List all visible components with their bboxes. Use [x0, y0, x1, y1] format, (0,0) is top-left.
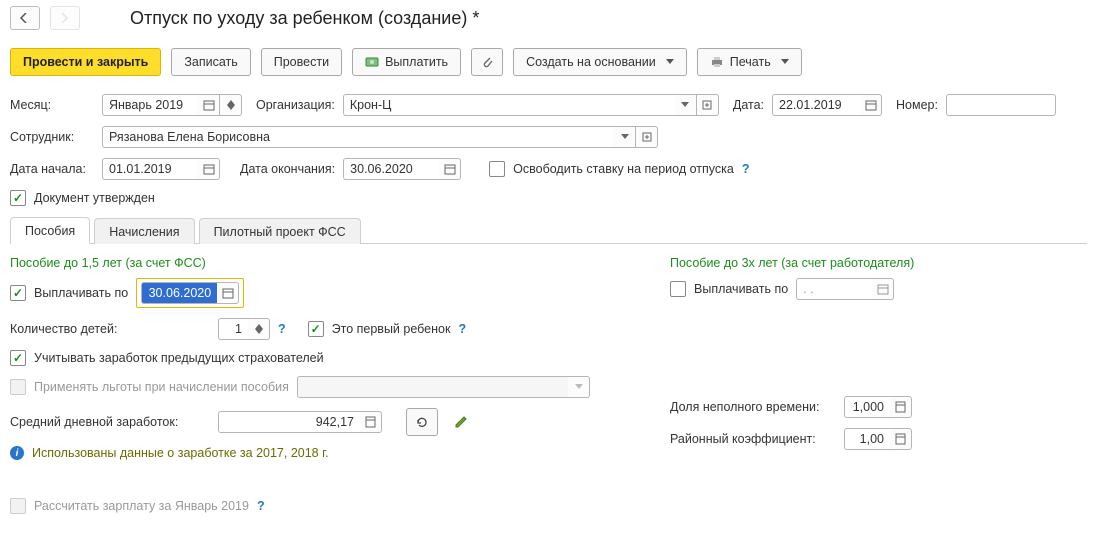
help-icon[interactable]: ?: [742, 162, 750, 176]
prev-insurers-checkbox[interactable]: [10, 350, 26, 366]
refresh-button[interactable]: [406, 408, 438, 436]
doc-approved-checkbox[interactable]: [10, 190, 26, 206]
arrow-right-icon: [59, 13, 71, 23]
arrow-left-icon: [19, 13, 31, 23]
employee-label: Сотрудник:: [10, 130, 94, 144]
calendar-icon[interactable]: [860, 94, 882, 116]
calendar-icon[interactable]: [198, 158, 220, 180]
part-time-field[interactable]: [844, 396, 912, 418]
info-text: Использованы данные о заработке за 2017,…: [32, 446, 329, 460]
pay-button-label: Выплатить: [385, 55, 448, 69]
refresh-icon: [415, 415, 429, 429]
pay-button[interactable]: Выплатить: [352, 48, 461, 76]
dropdown-icon[interactable]: [675, 94, 697, 116]
paperclip-icon: [480, 55, 494, 69]
org-field[interactable]: [343, 94, 719, 116]
org-label: Организация:: [256, 98, 335, 112]
open-icon[interactable]: [636, 126, 658, 148]
avg-field[interactable]: [218, 411, 382, 433]
number-field[interactable]: [946, 94, 1056, 116]
employee-field[interactable]: [102, 126, 658, 148]
calculator-icon[interactable]: [360, 411, 382, 433]
help-icon[interactable]: ?: [257, 499, 265, 513]
number-label: Номер:: [896, 98, 938, 112]
print-label: Печать: [730, 55, 771, 69]
end-field[interactable]: [343, 158, 461, 180]
region-coef-label: Районный коэффициент:: [670, 432, 836, 446]
date-field[interactable]: [772, 94, 882, 116]
start-label: Дата начала:: [10, 162, 94, 176]
fss15-header: Пособие до 1,5 лет (за счет ФСС): [10, 256, 590, 270]
write-button[interactable]: Записать: [171, 48, 250, 76]
fss3-header: Пособие до 3х лет (за счет работодателя): [670, 256, 1087, 270]
nav-back-button[interactable]: [10, 6, 40, 30]
edit-button[interactable]: [446, 409, 476, 435]
fss15-pay-checkbox[interactable]: [10, 285, 26, 301]
help-icon[interactable]: ?: [278, 322, 286, 336]
tab-benefits[interactable]: Пособия: [10, 217, 90, 244]
first-child-label: Это первый ребенок: [332, 322, 451, 336]
prev-insurers-label: Учитывать заработок предыдущих страховат…: [34, 351, 324, 365]
calendar-icon[interactable]: [198, 94, 220, 116]
caret-down-icon: [666, 59, 674, 65]
calendar-icon[interactable]: [439, 158, 461, 180]
doc-approved-label: Документ утвержден: [34, 191, 155, 205]
tab-fss-pilot[interactable]: Пилотный проект ФСС: [199, 218, 361, 244]
fss15-pay-label: Выплачивать по: [34, 286, 128, 300]
start-field[interactable]: [102, 158, 220, 180]
run-and-close-button[interactable]: Провести и закрыть: [10, 48, 161, 76]
date-label: Дата:: [733, 98, 764, 112]
end-label: Дата окончания:: [240, 162, 335, 176]
caret-down-icon: [781, 59, 789, 65]
info-icon: i: [10, 446, 24, 460]
calendar-icon[interactable]: [217, 282, 239, 304]
benefits-select: [297, 376, 590, 398]
calculator-icon[interactable]: [890, 428, 912, 450]
nav-forward-button: [50, 6, 80, 30]
release-rate-label: Освободить ставку на период отпуска: [513, 162, 734, 176]
open-icon[interactable]: [697, 94, 719, 116]
dropdown-icon: [568, 376, 590, 398]
fss15-pay-until-highlight: [136, 278, 244, 308]
month-field[interactable]: [102, 94, 242, 116]
page-title: Отпуск по уходу за ребенком (создание) *: [130, 8, 479, 29]
print-dropdown[interactable]: Печать: [697, 48, 802, 76]
part-time-label: Доля неполного времени:: [670, 400, 836, 414]
create-based-dropdown[interactable]: Создать на основании: [513, 48, 687, 76]
calculator-icon[interactable]: [890, 396, 912, 418]
calc-salary-checkbox: [10, 498, 26, 514]
money-icon: [365, 55, 379, 69]
fss15-pay-until-field[interactable]: [141, 282, 239, 304]
month-label: Месяц:: [10, 98, 94, 112]
attach-button[interactable]: [471, 48, 503, 76]
first-child-checkbox[interactable]: [308, 321, 324, 337]
spinner-icon[interactable]: [248, 318, 270, 340]
children-label: Количество детей:: [10, 322, 210, 336]
fss3-pay-checkbox[interactable]: [670, 281, 686, 297]
dropdown-icon[interactable]: [614, 126, 636, 148]
spinner-icon[interactable]: [220, 94, 242, 116]
tab-accruals[interactable]: Начисления: [94, 218, 194, 244]
printer-icon: [710, 55, 724, 69]
avg-label: Средний дневной заработок:: [10, 415, 210, 429]
children-field[interactable]: [218, 318, 270, 340]
region-coef-field[interactable]: [844, 428, 912, 450]
fss3-pay-until-field[interactable]: . .: [796, 278, 894, 300]
fss3-pay-label: Выплачивать по: [694, 282, 788, 296]
release-rate-checkbox[interactable]: [489, 161, 505, 177]
use-benefits-checkbox: [10, 379, 26, 395]
run-button[interactable]: Провести: [261, 48, 342, 76]
calendar-icon[interactable]: [872, 278, 894, 300]
help-icon[interactable]: ?: [458, 322, 466, 336]
create-based-label: Создать на основании: [526, 55, 656, 69]
use-benefits-label: Применять льготы при начислении пособия: [34, 380, 289, 394]
calc-salary-label: Рассчитать зарплату за Январь 2019: [34, 499, 249, 513]
pencil-icon: [454, 415, 468, 429]
